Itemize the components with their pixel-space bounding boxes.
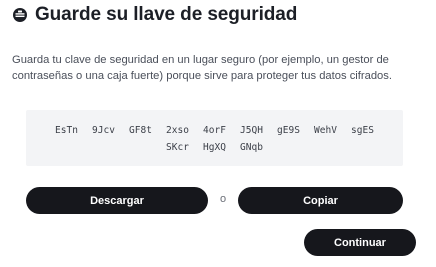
download-button[interactable]: Descargar xyxy=(26,187,208,214)
recovery-key-word: EsTn xyxy=(55,125,78,136)
recovery-key-word: J5QH xyxy=(240,125,263,136)
recovery-key-word: 9Jcv xyxy=(92,125,115,136)
copy-button[interactable]: Copiar xyxy=(238,187,403,214)
or-separator: o xyxy=(219,193,227,205)
recovery-key-word: SKcr xyxy=(166,142,189,153)
recovery-key-word: HgXQ xyxy=(203,142,226,153)
continue-button[interactable]: Continuar xyxy=(304,229,416,256)
recovery-key-box: EsTn 9Jcv GF8t 2xso 4orF J5QH gE9S WehV sgES SKcr… xyxy=(26,110,403,166)
recovery-key-word: GF8t xyxy=(129,125,152,136)
dialog-title: Guarde su llave de seguridad xyxy=(35,4,298,25)
dialog-description: Guarda tu clave de seguridad en un lugar… xyxy=(12,54,392,82)
key-icon xyxy=(12,7,28,23)
recovery-key-word: 2xso xyxy=(166,125,189,136)
dialog-header: Guarde su llave de seguridad xyxy=(12,4,297,26)
recovery-key-word: WehV xyxy=(314,125,337,136)
recovery-key-word: sgES xyxy=(351,125,374,136)
recovery-key-word: 4orF xyxy=(203,125,226,136)
recovery-key-word: GNqb xyxy=(240,142,263,153)
security-key-dialog: Guarde su llave de seguridad Guarda tu c… xyxy=(0,0,436,267)
recovery-key-word: gE9S xyxy=(277,125,300,136)
recovery-key-words: EsTn 9Jcv GF8t 2xso 4orF J5QH gE9S WehV sgES SKcr… xyxy=(26,124,403,154)
